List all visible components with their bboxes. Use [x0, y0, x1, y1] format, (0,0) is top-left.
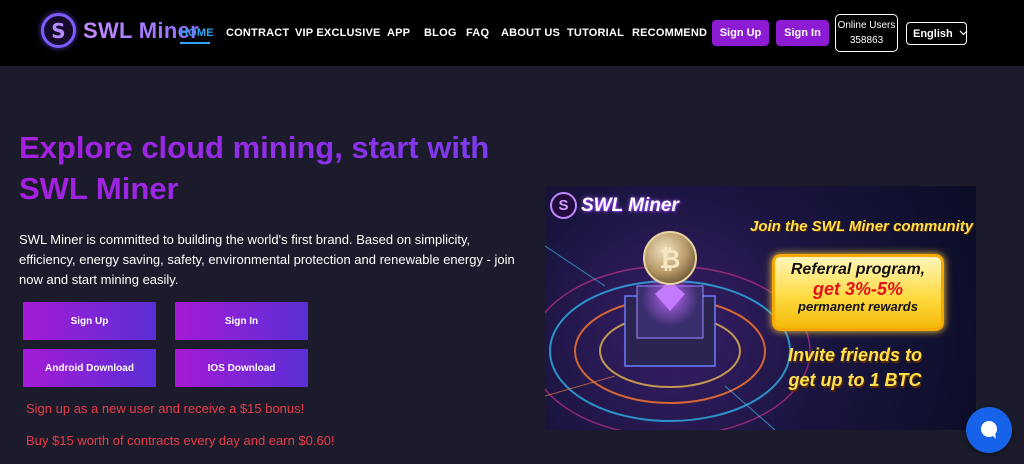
- ios-download-button[interactable]: IOS Download: [175, 349, 308, 387]
- banner-invite-line2: get up to 1 BTC: [788, 370, 922, 390]
- nav-about-us[interactable]: ABOUT US: [501, 27, 560, 39]
- nav-signin-button[interactable]: Sign In: [776, 20, 829, 46]
- brand-logo-mark-icon: S: [41, 13, 76, 48]
- nav-home[interactable]: HOME: [180, 27, 214, 39]
- banner-invite-line1: Invite friends to: [787, 345, 922, 365]
- banner-card-line2: get 3%-5%: [812, 279, 904, 299]
- promo-daily-earnings: Buy $15 worth of contracts every day and…: [26, 433, 335, 448]
- banner-referral-card: Referral program, get 3%-5% permanent re…: [772, 254, 944, 331]
- banner-card-line3: permanent rewards: [798, 299, 918, 314]
- referral-banner-image[interactable]: ₿ S SWL Miner Join the SWL Miner communi…: [545, 186, 976, 430]
- online-users-label: Online Users: [837, 20, 896, 31]
- nav-signup-button[interactable]: Sign Up: [712, 20, 769, 46]
- nav-blog[interactable]: BLOG: [424, 27, 457, 39]
- banner-join-text: Join the SWL Miner community: [750, 218, 974, 235]
- nav-faq[interactable]: FAQ: [466, 27, 489, 39]
- banner-card-line1: Referral program,: [790, 261, 926, 278]
- banner-logo: S SWL Miner: [550, 192, 679, 219]
- language-value: English: [913, 27, 953, 40]
- chat-bubble-icon: [981, 421, 997, 439]
- hero-title: Explore cloud mining, start with SWL Min…: [19, 127, 519, 209]
- chat-support-button[interactable]: [966, 407, 1012, 453]
- logo-mark-letter: S: [51, 18, 66, 43]
- hero-signup-button[interactable]: Sign Up: [23, 302, 156, 340]
- nav-contract[interactable]: CONTRACT: [226, 27, 289, 39]
- hero-description: SWL Miner is committed to building the w…: [19, 232, 515, 287]
- android-download-button[interactable]: Android Download: [23, 349, 156, 387]
- nav-active-indicator: [180, 42, 210, 44]
- promo-signup-bonus: Sign up as a new user and receive a $15 …: [26, 401, 305, 416]
- chevron-down-icon: [959, 28, 968, 39]
- language-select[interactable]: English: [906, 22, 968, 45]
- online-users-count: 358863: [849, 35, 884, 46]
- top-navbar: S SWL Miner HOME CONTRACT VIP EXCLUSIVE …: [0, 0, 1024, 66]
- nav-vip-exclusive[interactable]: VIP EXCLUSIVE: [295, 27, 381, 39]
- nav-app[interactable]: APP: [387, 27, 410, 39]
- svg-text:₿: ₿: [659, 245, 680, 275]
- banner-invite-text: Invite friends to get up to 1 BTC: [785, 343, 925, 393]
- banner-logo-text: SWL Miner: [581, 194, 679, 216]
- brand-logo[interactable]: S SWL Miner: [41, 13, 199, 48]
- banner-logo-mark-icon: S: [550, 192, 577, 219]
- nav-tutorial[interactable]: TUTORIAL: [567, 27, 624, 39]
- nav-recommend[interactable]: RECOMMEND: [632, 27, 707, 39]
- online-users-box: Online Users 358863: [835, 14, 898, 52]
- hero-signin-button[interactable]: Sign In: [175, 302, 308, 340]
